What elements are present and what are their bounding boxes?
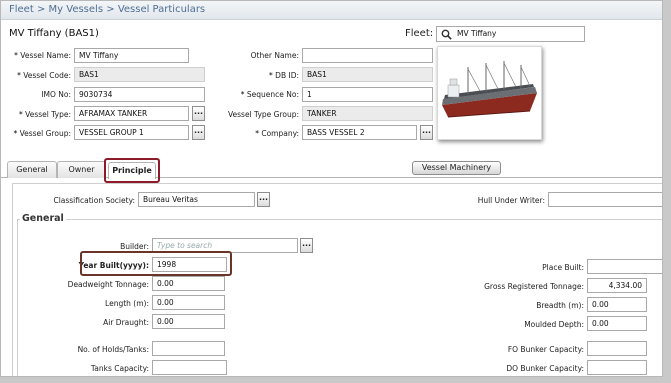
moulded-depth-field[interactable]: 0.00	[587, 316, 647, 331]
fleet-search-input[interactable]: MV Tiffany	[436, 26, 585, 42]
general-section-title: General	[20, 213, 66, 224]
vessel-type-picker-button[interactable]: ...	[192, 106, 205, 121]
required-mark: *	[19, 110, 23, 119]
air-draught-field[interactable]: 0.00	[152, 314, 225, 329]
hull-under-writer-label: Hull Under Writer:	[477, 196, 545, 205]
moulded-depth-label: Moulded Depth:	[524, 320, 584, 329]
vessel-name-label: * Vessel Name:	[14, 51, 71, 60]
vessel-type-label: * Vessel Type:	[19, 110, 71, 119]
air-draught-label: Air Draught:	[103, 318, 149, 327]
required-mark: *	[17, 71, 21, 80]
required-mark: *	[14, 51, 18, 60]
year-built-highlight	[80, 251, 232, 276]
company-picker-button[interactable]: ...	[420, 125, 433, 140]
fo-bunker-capacity-label: FO Bunker Capacity:	[507, 345, 584, 354]
breadcrumb-fleet[interactable]: Fleet	[9, 4, 34, 15]
breadcrumb-my-vessels[interactable]: My Vessels	[49, 4, 104, 15]
breadcrumb-separator: >	[36, 4, 46, 15]
tanks-capacity-field[interactable]	[152, 360, 227, 375]
other-name-label: Other Name:	[250, 51, 299, 60]
deadweight-tonnage-field[interactable]: 0.00	[152, 276, 225, 291]
required-mark: *	[13, 129, 18, 138]
hull-under-writer-field[interactable]	[548, 192, 662, 207]
breadth-label: Breadth (m):	[536, 301, 584, 310]
company-label: * Company:	[255, 129, 299, 138]
length-label: Length (m):	[105, 299, 149, 308]
vessel-machinery-button[interactable]: Vessel Machinery	[412, 161, 501, 175]
classification-society-label: Classification Society:	[53, 196, 135, 205]
fo-bunker-capacity-field[interactable]	[587, 341, 647, 356]
breadcrumb-current: Vessel Particulars	[117, 4, 206, 15]
required-mark: *	[255, 129, 259, 138]
vessel-code-label: * Vessel Code:	[17, 71, 71, 80]
principle-tab-highlight	[104, 158, 160, 183]
page-title: MV Tiffany (BAS1)	[9, 28, 99, 39]
do-bunker-capacity-label: DO Bunker Capacity:	[506, 364, 584, 373]
imo-no-label: IMO No:	[41, 90, 71, 99]
tanks-capacity-label: Tanks Capacity:	[90, 364, 149, 373]
vessel-particulars-page: Fleet > My Vessels > Vessel Particulars …	[0, 0, 663, 377]
search-icon	[441, 29, 452, 40]
vessel-group-field[interactable]: VESSEL GROUP 1	[74, 125, 189, 140]
fleet-search-value: MV Tiffany	[457, 29, 497, 38]
place-built-field[interactable]	[587, 259, 662, 274]
vessel-group-picker-button[interactable]: ...	[192, 125, 205, 140]
classification-society-picker-button[interactable]: ...	[257, 192, 270, 207]
tab-owner[interactable]: Owner	[57, 161, 106, 178]
vessel-group-label: * Vessel Group:	[13, 129, 71, 138]
gross-registered-tonnage-label: Gross Registered Tonnage:	[484, 282, 584, 291]
classification-society-field[interactable]: Bureau Veritas	[138, 192, 255, 207]
imo-no-field[interactable]: 9030734	[74, 87, 205, 102]
breadth-field[interactable]: 0.00	[587, 297, 647, 312]
required-mark: *	[269, 71, 273, 80]
place-built-label: Place Built:	[542, 263, 584, 272]
holds-tanks-field[interactable]	[152, 341, 225, 356]
gross-registered-tonnage-field[interactable]: 4,334.00	[587, 278, 647, 293]
tab-general[interactable]: General	[7, 161, 57, 178]
sequence-no-field[interactable]: 1	[302, 87, 433, 102]
vessel-type-group-field[interactable]: TANKER	[302, 106, 433, 121]
do-bunker-capacity-field[interactable]	[587, 360, 647, 375]
company-field[interactable]: BASS VESSEL 2	[302, 125, 417, 140]
builder-label: Builder:	[120, 242, 149, 251]
sequence-no-label: * Sequence No:	[240, 90, 299, 99]
vessel-type-field[interactable]: AFRAMAX TANKER	[74, 106, 189, 121]
required-mark: *	[240, 90, 245, 99]
breadcrumb: Fleet > My Vessels > Vessel Particulars	[1, 1, 662, 20]
builder-placeholder: Type to search	[157, 241, 213, 250]
db-id-field[interactable]: BAS1	[302, 67, 433, 82]
breadcrumb-separator: >	[106, 4, 115, 15]
deadweight-tonnage-label: Deadweight Tonnage:	[67, 280, 149, 289]
vessel-photo	[437, 46, 542, 140]
ship-illustration	[442, 61, 537, 118]
other-name-field[interactable]	[302, 48, 433, 63]
builder-picker-button[interactable]: ...	[300, 238, 313, 253]
holds-tanks-label: No. of Holds/Tanks:	[77, 345, 149, 354]
vessel-type-group-label: Vessel Type Group:	[227, 110, 299, 119]
vessel-code-field[interactable]: BAS1	[74, 67, 205, 82]
vessel-name-field[interactable]: MV Tiffany	[74, 48, 189, 63]
fleet-label: Fleet:	[405, 28, 434, 39]
length-field[interactable]: 0.00	[152, 295, 225, 310]
db-id-label: * DB ID:	[269, 71, 299, 80]
